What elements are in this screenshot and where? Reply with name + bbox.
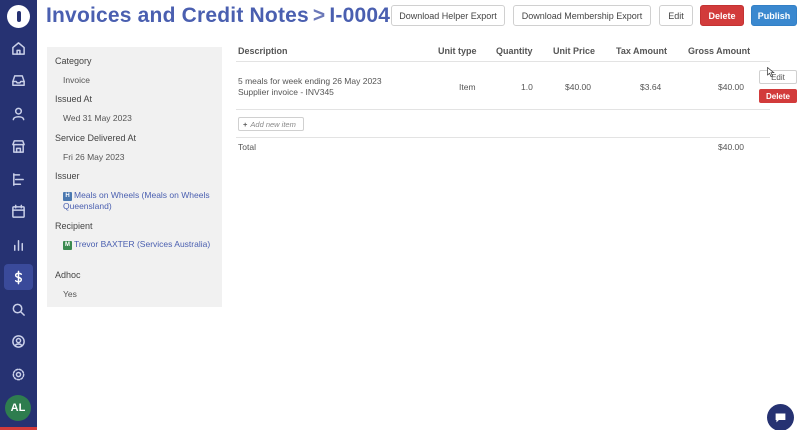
row-edit-button[interactable]: Edit — [759, 70, 797, 84]
chart-icon[interactable] — [8, 234, 28, 254]
download-membership-export-button[interactable]: Download Membership Export — [513, 5, 651, 26]
user-search-icon[interactable] — [8, 331, 28, 351]
search-icon[interactable] — [8, 299, 28, 319]
issued-at-label: Issued At — [55, 94, 93, 104]
service-delivered-label: Service Delivered At — [55, 133, 137, 143]
issuer-link[interactable]: H Meals on Wheels (Meals on Wheels Queens… — [63, 190, 213, 212]
recipient-badge: M — [63, 241, 72, 250]
billing-icon[interactable] — [4, 264, 33, 290]
total-divider — [236, 137, 770, 138]
col-quantity: Quantity — [496, 46, 533, 56]
app-logo[interactable] — [7, 5, 30, 28]
details-panel: Category Invoice Issued At Wed 31 May 20… — [47, 47, 222, 307]
issued-at-value: Wed 31 May 2023 — [63, 113, 132, 123]
total-value: $40.00 — [718, 142, 744, 152]
publish-button[interactable]: Publish — [751, 5, 797, 26]
store-icon[interactable] — [8, 136, 28, 156]
row-tax-amount: $3.64 — [640, 82, 662, 92]
row-description-line2: Supplier invoice - INV345 — [238, 87, 334, 97]
row-unit-type: Item — [459, 82, 476, 92]
row-gross-amount: $40.00 — [718, 82, 744, 92]
row-divider — [236, 109, 770, 110]
page-title: Invoices and Credit Notes > I-0004756 — [46, 4, 426, 28]
row-quantity: 1.0 — [521, 82, 533, 92]
row-unit-price: $40.00 — [565, 82, 591, 92]
breadcrumb-section[interactable]: Invoices and Credit Notes — [46, 4, 309, 27]
download-helper-export-button[interactable]: Download Helper Export — [391, 5, 505, 26]
side-nav: AL — [0, 0, 37, 430]
chat-bubble-icon — [775, 413, 786, 423]
issuer-name[interactable]: Meals on Wheels (Meals on Wheels Queensl… — [63, 190, 210, 211]
add-new-item-label: Add new item — [250, 119, 296, 129]
recipient-label: Recipient — [55, 221, 93, 231]
add-new-item-button[interactable]: + Add new item — [238, 117, 304, 131]
delete-button[interactable]: Delete — [700, 5, 744, 26]
plus-icon: + — [243, 119, 248, 129]
row-delete-button[interactable]: Delete — [759, 89, 797, 103]
recipient-name[interactable]: Trevor BAXTER (Services Australia) — [74, 239, 210, 249]
col-tax-amount: Tax Amount — [616, 46, 667, 56]
total-label: Total — [238, 142, 256, 152]
timeline-icon[interactable] — [8, 169, 28, 189]
chat-launcher[interactable] — [767, 404, 794, 430]
col-gross-amount: Gross Amount — [688, 46, 751, 56]
breadcrumb-separator: > — [312, 4, 326, 27]
mouse-cursor-icon — [767, 67, 775, 77]
calendar-icon[interactable] — [8, 201, 28, 221]
adhoc-value: Yes — [63, 289, 77, 299]
service-delivered-value: Fri 26 May 2023 — [63, 152, 125, 162]
header-divider — [236, 61, 770, 62]
category-label: Category — [55, 56, 92, 66]
category-value: Invoice — [63, 75, 90, 85]
home-icon[interactable] — [8, 38, 28, 58]
col-unit-type: Unit type — [438, 46, 477, 56]
row-description-line1: 5 meals for week ending 26 May 2023 — [238, 76, 382, 86]
inbox-icon[interactable] — [8, 70, 28, 90]
edit-button[interactable]: Edit — [659, 5, 693, 26]
user-avatar[interactable]: AL — [5, 395, 31, 421]
user-icon[interactable] — [8, 103, 28, 123]
col-unit-price: Unit Price — [553, 46, 596, 56]
adhoc-label: Adhoc — [55, 270, 81, 280]
settings-gear-icon[interactable] — [8, 364, 28, 384]
recipient-link[interactable]: M Trevor BAXTER (Services Australia) — [63, 239, 213, 250]
col-description: Description — [238, 46, 288, 56]
issuer-badge: H — [63, 192, 72, 201]
issuer-label: Issuer — [55, 171, 80, 181]
